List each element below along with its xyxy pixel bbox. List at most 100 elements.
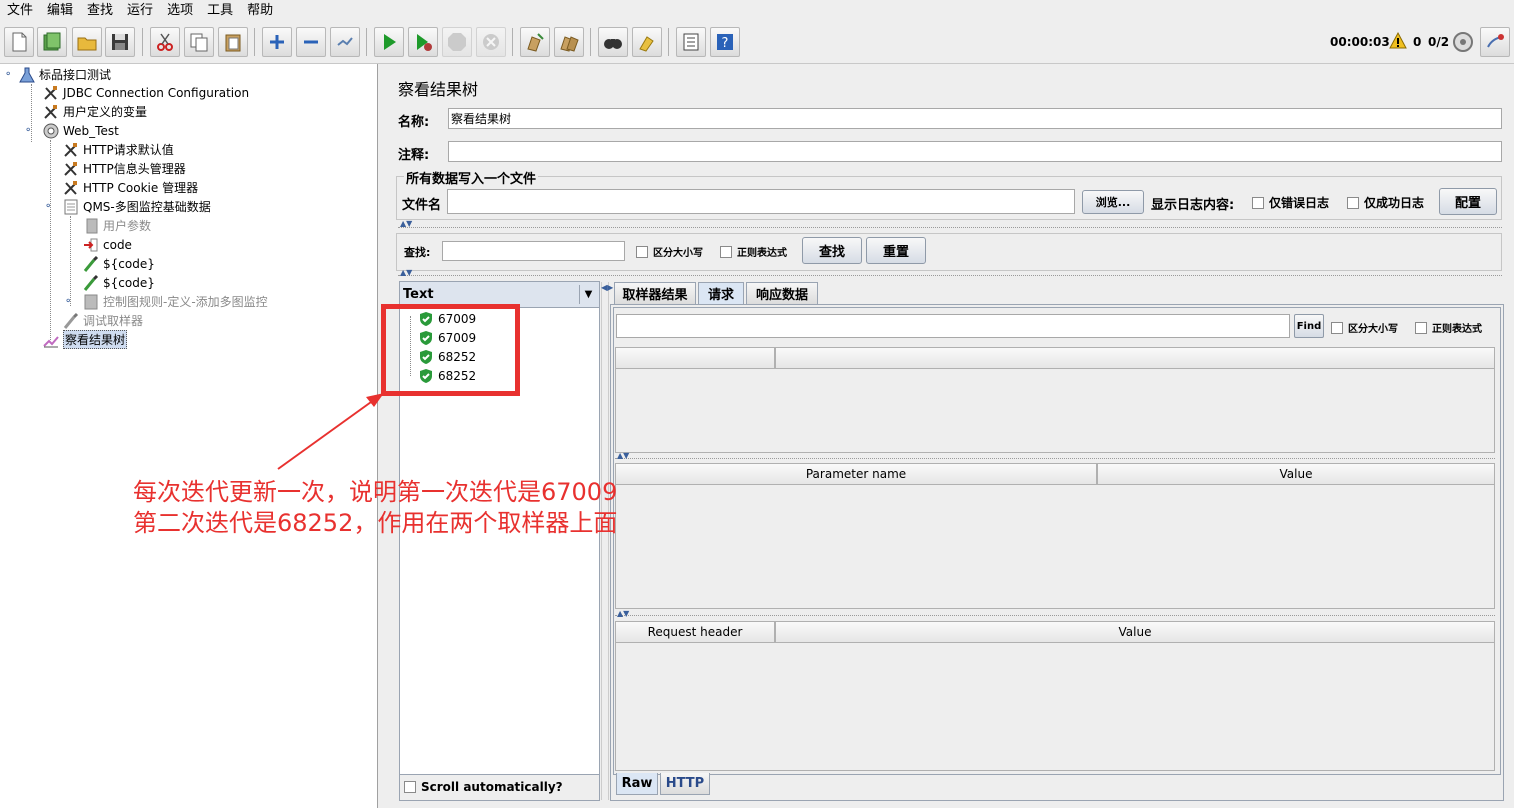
tab-http[interactable]: HTTP	[660, 773, 710, 795]
page-icon	[82, 293, 100, 311]
tree-node-user-vars[interactable]: 用户定义的变量	[42, 102, 147, 121]
errors-only-checkbox[interactable]: 仅错误日志	[1252, 194, 1329, 211]
success-only-checkbox[interactable]: 仅成功日志	[1347, 194, 1424, 211]
divider	[398, 275, 1502, 278]
menu-help[interactable]: 帮助	[240, 0, 280, 22]
thread-status-icon	[1452, 31, 1474, 56]
search-input[interactable]	[442, 241, 625, 261]
request-header-name-header[interactable]: Request header	[615, 621, 775, 643]
menu-bar: 文件 编辑 查找 运行 选项 工具 帮助	[0, 0, 1514, 22]
active-threads: 0/2	[1428, 35, 1450, 49]
tree-node-root[interactable]: ⚬ 标品接口测试	[4, 65, 111, 84]
clear-icon[interactable]	[520, 27, 550, 57]
open-icon[interactable]	[72, 27, 102, 57]
detail-find-button[interactable]: Find	[1294, 314, 1324, 338]
filename-input[interactable]	[447, 189, 1075, 214]
divider	[615, 458, 1495, 461]
expand-icon[interactable]	[262, 27, 292, 57]
start-icon[interactable]	[374, 27, 404, 57]
find-button[interactable]: 查找	[802, 237, 862, 264]
tree-node-http-defaults[interactable]: HTTP请求默认值	[62, 140, 174, 159]
toolbar: ? 00:00:03 0 0/2	[0, 22, 1514, 64]
menu-search[interactable]: 查找	[80, 0, 120, 22]
tree-node-jdbc[interactable]: JDBC Connection Configuration	[42, 83, 249, 102]
tree-node-debug-sampler[interactable]: 调试取样器	[62, 311, 143, 330]
scroll-auto-checkbox[interactable]: Scroll automatically?	[404, 780, 563, 794]
tree-node-code[interactable]: code	[82, 235, 132, 254]
flask-icon	[18, 66, 36, 84]
clear-all-icon[interactable]	[554, 27, 584, 57]
file-group-title: 所有数据写入一个文件	[404, 168, 539, 187]
parameter-name-header[interactable]: Parameter name	[615, 463, 1097, 485]
tree-node-thread-group[interactable]: ⚬ Web_Test	[24, 121, 119, 140]
page-title: 察看结果树	[398, 80, 479, 99]
regex-checkbox[interactable]: 正则表达式	[720, 244, 787, 259]
toggle-icon[interactable]	[330, 27, 360, 57]
parameter-value-header[interactable]: Value	[1097, 463, 1495, 485]
pipette-icon	[62, 312, 80, 330]
wrench-icon	[62, 141, 80, 159]
name-input[interactable]	[448, 108, 1502, 129]
cut-icon[interactable]	[150, 27, 180, 57]
divider	[615, 615, 1495, 618]
wrench-icon	[62, 160, 80, 178]
search-label: 查找:	[404, 246, 431, 259]
elapsed-timer: 00:00:03	[1330, 35, 1390, 49]
browse-button[interactable]: 浏览...	[1082, 190, 1144, 214]
page-icon	[62, 198, 80, 216]
request-header-value-header[interactable]: Value	[775, 621, 1495, 643]
configure-button[interactable]: 配置	[1439, 188, 1497, 215]
tree-node-control-rule[interactable]: ⚬ 控制图规则-定义-添加多图监控	[64, 292, 268, 311]
menu-file[interactable]: 文件	[0, 0, 40, 22]
help-icon[interactable]: ?	[710, 27, 740, 57]
split-arrows-icon[interactable]: ▲▼	[617, 451, 629, 460]
detail-case-checkbox[interactable]: 区分大小写	[1331, 320, 1398, 335]
new-icon[interactable]	[4, 27, 34, 57]
shutdown-icon[interactable]	[476, 27, 506, 57]
tab-sampler-result[interactable]: 取样器结果	[614, 282, 696, 304]
tree-node-qms[interactable]: ⚬ QMS-多图监控基础数据	[44, 197, 211, 216]
page-icon	[82, 217, 100, 235]
menu-edit[interactable]: 编辑	[40, 0, 80, 22]
detail-regex-checkbox[interactable]: 正则表达式	[1415, 320, 1482, 335]
collapse-icon[interactable]	[296, 27, 326, 57]
comment-input[interactable]	[448, 141, 1502, 162]
tree-node-code-var-1[interactable]: ${code}	[82, 254, 155, 273]
wrench-icon	[62, 179, 80, 197]
paste-icon[interactable]	[218, 27, 248, 57]
search-icon[interactable]	[598, 27, 628, 57]
tab-response-data[interactable]: 响应数据	[746, 282, 818, 304]
vertical-splitter[interactable]	[601, 282, 609, 800]
tree-node-code-var-2[interactable]: ${code}	[82, 273, 155, 292]
start-no-pause-icon[interactable]	[408, 27, 438, 57]
detail-search-input[interactable]	[616, 314, 1290, 338]
filename-label: 文件名	[402, 198, 442, 213]
reset-search-icon[interactable]	[632, 27, 662, 57]
case-sensitive-checkbox[interactable]: 区分大小写	[636, 244, 703, 259]
highlight-box	[381, 304, 520, 396]
tree-node-user-params[interactable]: 用户参数	[82, 216, 151, 235]
split-arrows-icon[interactable]: ▲▼	[617, 609, 629, 618]
pipette-icon	[82, 274, 100, 292]
function-helper-icon[interactable]	[676, 27, 706, 57]
tree-node-view-results-tree[interactable]: 察看结果树	[42, 330, 128, 349]
tab-raw[interactable]: Raw	[616, 773, 658, 795]
tab-request[interactable]: 请求	[698, 282, 744, 304]
tree-node-http-cookie[interactable]: HTTP Cookie 管理器	[62, 178, 198, 197]
menu-options[interactable]: 选项	[160, 0, 200, 22]
warning-icon[interactable]	[1388, 31, 1408, 54]
copy-icon[interactable]	[184, 27, 214, 57]
listener-panel: 察看结果树 名称: 注释: 所有数据写入一个文件 文件名 浏览... 显示日志内…	[390, 64, 1514, 808]
remote-icon[interactable]	[1480, 27, 1510, 57]
menu-run[interactable]: 运行	[120, 0, 160, 22]
split-arrows-icon[interactable]: ◀▶	[601, 283, 613, 292]
save-icon[interactable]	[105, 27, 135, 57]
split-arrows-icon[interactable]: ▲▼	[400, 219, 412, 228]
templates-icon[interactable]	[37, 27, 67, 57]
menu-tools[interactable]: 工具	[200, 0, 240, 22]
split-arrows-icon[interactable]: ▲▼	[400, 268, 412, 277]
stop-icon[interactable]	[442, 27, 472, 57]
tree-node-http-header[interactable]: HTTP信息头管理器	[62, 159, 186, 178]
log-content-label: 显示日志内容:	[1151, 198, 1235, 213]
reset-button[interactable]: 重置	[866, 237, 926, 264]
